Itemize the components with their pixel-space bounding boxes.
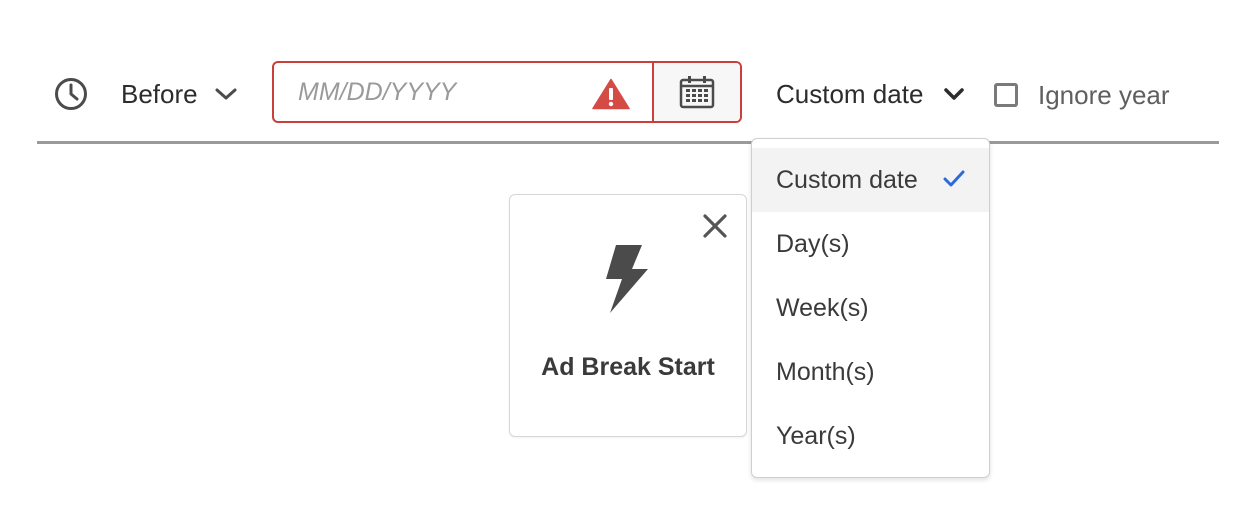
clock-icon xyxy=(55,78,87,110)
operator-dropdown[interactable]: Before xyxy=(107,72,252,116)
ignore-year-checkbox[interactable] xyxy=(994,83,1018,107)
menu-item-days[interactable]: Day(s) xyxy=(752,212,989,276)
menu-item-label: Month(s) xyxy=(776,357,875,386)
card-title: Ad Break Start xyxy=(541,353,715,381)
checkmark-icon xyxy=(943,170,965,187)
date-input-wrapper xyxy=(274,63,652,121)
close-icon[interactable] xyxy=(702,213,728,239)
menu-item-custom-date[interactable]: Custom date xyxy=(752,148,989,212)
menu-item-label: Year(s) xyxy=(776,421,856,450)
calendar-button[interactable] xyxy=(652,63,740,121)
date-field xyxy=(272,61,742,123)
event-card[interactable]: Ad Break Start xyxy=(509,194,747,437)
divider xyxy=(37,141,1219,144)
menu-item-label: Custom date xyxy=(776,165,918,194)
date-filter-toolbar: Before MM/DD/YYYY Custom date Ignore yea… xyxy=(0,0,1258,143)
menu-item-label: Day(s) xyxy=(776,229,850,258)
date-mode-label: Custom date xyxy=(776,78,924,109)
ignore-year-option[interactable]: Ignore year xyxy=(994,78,1170,112)
chevron-down-icon xyxy=(944,88,965,100)
date-mode-menu: Custom date Day(s) Week(s) Month(s) Year… xyxy=(751,138,990,478)
menu-item-label: Week(s) xyxy=(776,293,869,322)
calendar-icon xyxy=(679,76,715,109)
menu-item-years[interactable]: Year(s) xyxy=(752,404,989,468)
menu-item-months[interactable]: Month(s) xyxy=(752,340,989,404)
chevron-down-icon xyxy=(215,88,237,100)
ignore-year-label: Ignore year xyxy=(1038,80,1170,110)
lightning-bolt-icon xyxy=(606,245,648,313)
alert-triangle-icon xyxy=(592,78,630,110)
date-mode-dropdown[interactable]: Custom date xyxy=(776,72,965,116)
operator-label: Before xyxy=(121,78,198,109)
menu-item-weeks[interactable]: Week(s) xyxy=(752,276,989,340)
